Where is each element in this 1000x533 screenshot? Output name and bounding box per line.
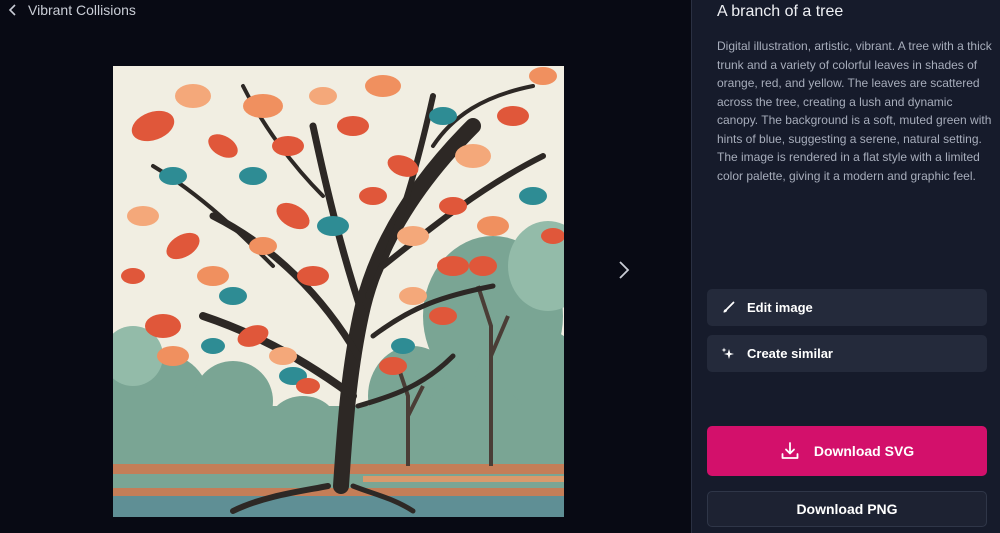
create-similar-label: Create similar: [747, 346, 833, 361]
artwork-image: [113, 66, 564, 517]
chevron-left-icon: [8, 3, 18, 17]
download-png-label: Download PNG: [796, 501, 898, 517]
image-description: Digital illustration, artistic, vibrant.…: [717, 39, 992, 183]
download-svg-button[interactable]: Download SVG: [707, 426, 987, 476]
image-title: A branch of a tree: [717, 3, 844, 20]
brush-icon: [721, 301, 735, 315]
edit-image-button[interactable]: Edit image: [707, 289, 987, 326]
collection-name: Vibrant Collisions: [28, 2, 136, 18]
download-icon: [780, 441, 800, 461]
next-image-button[interactable]: [612, 258, 636, 286]
details-panel: A branch of a tree Digital illustration,…: [691, 0, 1000, 533]
image-viewer: Vibrant Collisions: [0, 0, 691, 533]
back-link[interactable]: Vibrant Collisions: [8, 2, 136, 18]
create-similar-button[interactable]: Create similar: [707, 335, 987, 372]
app-root: Vibrant Collisions A branch of a tree Di…: [0, 0, 1000, 533]
sparkles-icon: [721, 347, 735, 361]
download-svg-label: Download SVG: [813, 443, 915, 459]
download-png-button[interactable]: Download PNG: [707, 491, 987, 527]
edit-image-label: Edit image: [747, 300, 813, 315]
chevron-right-icon: [617, 259, 631, 286]
